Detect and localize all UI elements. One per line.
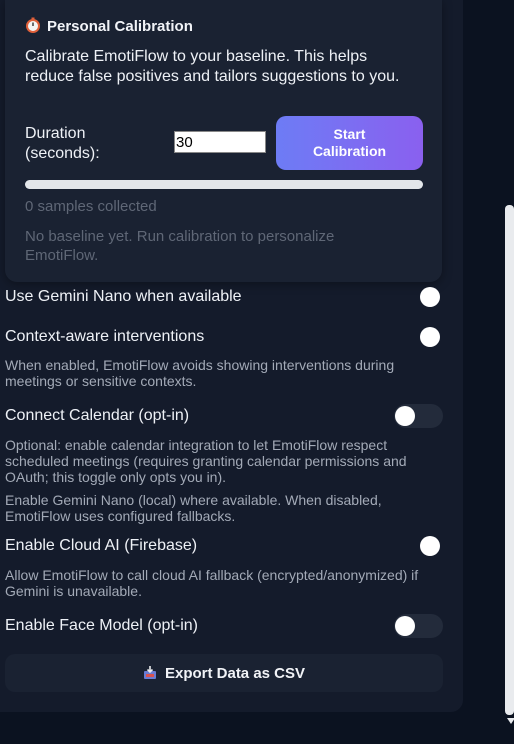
scrollbar-thumb[interactable]: [505, 205, 514, 715]
face-model-label: Enable Face Model (opt-in): [5, 617, 198, 634]
toggle-knob: [395, 616, 415, 636]
toggle-knob: [420, 327, 440, 347]
duration-input[interactable]: [174, 131, 266, 153]
context-aware-help: When enabled, EmotiFlow avoids showing i…: [5, 357, 395, 389]
samples-collected-text: 0 samples collected: [25, 198, 157, 215]
toggle-knob: [395, 406, 415, 426]
baseline-status-text: No baseline yet. Run calibration to pers…: [25, 228, 335, 264]
duration-label: Duration (seconds):: [25, 125, 100, 162]
calibration-title: Personal Calibration: [25, 17, 193, 35]
start-calibration-button[interactable]: Start Calibration: [276, 116, 423, 170]
gemini-nano-toggle[interactable]: [394, 285, 443, 309]
calibration-progress-bar: [25, 180, 423, 189]
scroll-down-arrow-icon[interactable]: [507, 718, 514, 724]
toggle-knob: [420, 287, 440, 307]
gemini-nano-label: Use Gemini Nano when available: [5, 288, 242, 305]
export-csv-label: Export Data as CSV: [164, 664, 306, 682]
calibration-title-text: Personal Calibration: [47, 18, 193, 35]
calendar-label: Connect Calendar (opt-in): [5, 407, 190, 424]
gemini-nano-help: Enable Gemini Nano (local) where availab…: [5, 492, 382, 524]
export-csv-button[interactable]: Export Data as CSV: [5, 654, 443, 692]
calendar-help: Optional: enable calendar integration to…: [5, 437, 407, 485]
face-model-toggle[interactable]: [394, 614, 443, 638]
inbox-tray-icon: [143, 666, 156, 679]
calibration-card: Personal Calibration Calibrate EmotiFlow…: [5, 0, 442, 282]
cloud-ai-help: Allow EmotiFlow to call cloud AI fallbac…: [5, 567, 419, 599]
context-aware-label: Context-aware interventions: [5, 328, 205, 345]
toggle-knob: [420, 536, 440, 556]
settings-panel: Personal Calibration Calibrate EmotiFlow…: [0, 0, 463, 712]
cloud-ai-label: Enable Cloud AI (Firebase): [5, 537, 198, 554]
calibration-description: Calibrate EmotiFlow to your baseline. Th…: [25, 48, 400, 85]
calendar-toggle[interactable]: [394, 404, 443, 428]
stopwatch-icon: [26, 17, 40, 33]
context-aware-toggle[interactable]: [394, 325, 443, 349]
cloud-ai-toggle[interactable]: [394, 534, 443, 558]
